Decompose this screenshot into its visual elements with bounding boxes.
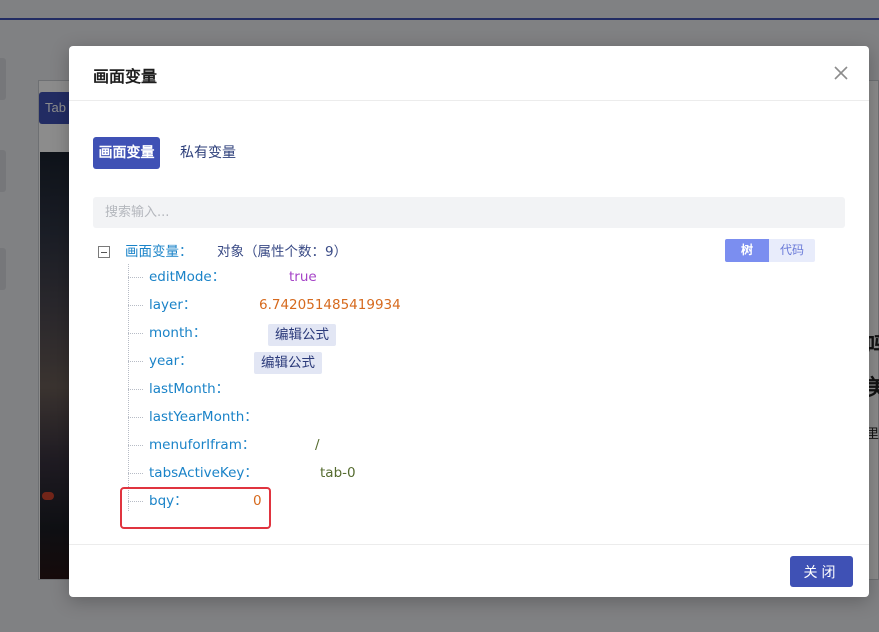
node-value[interactable]: tab-0	[320, 461, 356, 485]
tab-private-variables[interactable]: 私有变量	[180, 137, 236, 169]
tree-branch	[128, 389, 143, 390]
tree-branch	[128, 445, 143, 446]
highlight-annotation-box	[120, 487, 271, 529]
root-key: 画面变量：	[125, 244, 193, 260]
node-value[interactable]: true	[289, 265, 317, 289]
node-key: lastYearMonth：	[149, 409, 258, 425]
tree-branch	[128, 305, 143, 306]
code-view-button[interactable]: 代码	[769, 239, 815, 262]
tree-branch	[128, 333, 143, 334]
node-key: menuforIfram：	[149, 437, 256, 453]
tab-screen-variables[interactable]: 画面变量	[93, 137, 160, 169]
node-key: editMode：	[149, 269, 226, 285]
modal-title: 画面变量	[93, 67, 158, 86]
node-key: month：	[149, 325, 207, 341]
edit-formula-button[interactable]: 编辑公式	[268, 324, 336, 346]
node-key: tabsActiveKey：	[149, 465, 258, 481]
modal-footer: 关闭	[69, 544, 869, 597]
node-key: year：	[149, 353, 193, 369]
tree-branch	[128, 361, 143, 362]
search-input[interactable]	[93, 197, 845, 228]
tree-branch	[128, 277, 143, 278]
close-icon-glyph	[834, 66, 848, 80]
collapse-icon[interactable]	[98, 246, 110, 258]
node-key: layer：	[149, 297, 197, 313]
node-value[interactable]: 6.742051485419934	[259, 293, 401, 317]
tree-branch	[128, 473, 143, 474]
tree-view-button[interactable]: 树	[725, 239, 769, 262]
node-key: lastMonth：	[149, 381, 230, 397]
root-description: 对象（属性个数：9）	[217, 244, 348, 260]
variables-modal: 画面变量 画面变量 私有变量 树 代码 画面变量： 对象（属性个数：9） edi…	[69, 46, 869, 597]
tree-branch	[128, 417, 143, 418]
edit-formula-button[interactable]: 编辑公式	[254, 352, 322, 374]
node-value[interactable]: /	[315, 433, 320, 457]
view-toggle: 树 代码	[725, 239, 815, 262]
modal-header: 画面变量	[69, 46, 869, 101]
close-icon[interactable]	[831, 63, 851, 83]
close-button[interactable]: 关闭	[790, 556, 853, 587]
